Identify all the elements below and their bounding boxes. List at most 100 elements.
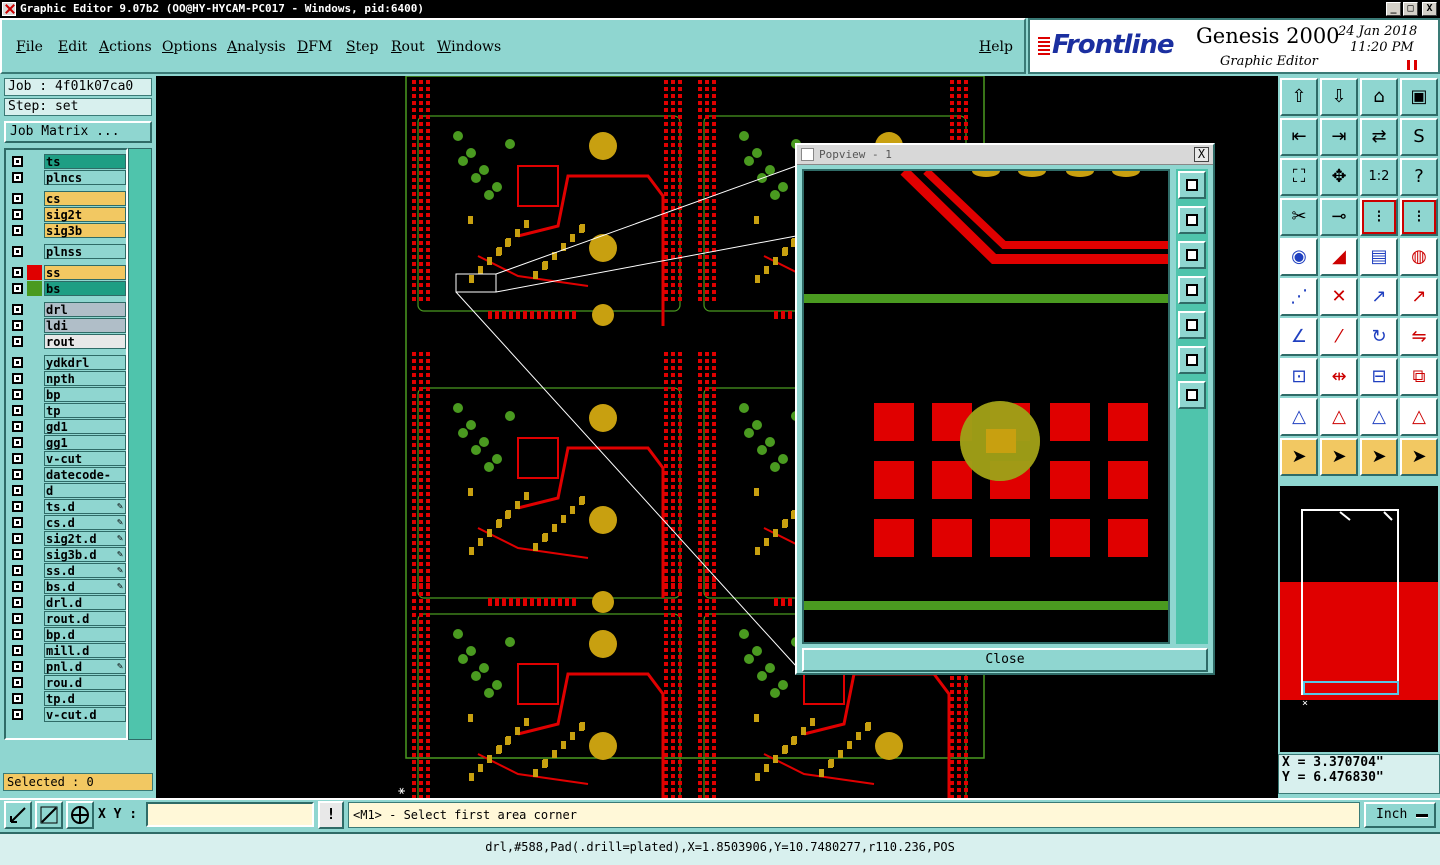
layer-row-sig3b.d[interactable]: sig3b.d ✎ (8, 547, 126, 562)
layer-name[interactable]: tp.d (44, 691, 126, 706)
probe-button[interactable]: ⊸ (1320, 198, 1358, 236)
triangle-a-button[interactable]: △ (1320, 398, 1358, 436)
overview-map[interactable]: × (1280, 486, 1438, 752)
popview-zoom-fit-button[interactable] (1178, 346, 1206, 374)
menu-options[interactable]: Options (162, 39, 217, 55)
layer-checkbox[interactable] (12, 485, 23, 496)
net-alt-button[interactable]: ⁝ (1400, 198, 1438, 236)
layer-checkbox[interactable] (12, 613, 23, 624)
layer-row-ss.d[interactable]: ss.d ✎ (8, 563, 126, 578)
layer-name[interactable]: rout.d (44, 611, 126, 626)
layer-checkbox[interactable] (12, 320, 23, 331)
layer-checkbox[interactable] (12, 336, 23, 347)
layer-row-cs[interactable]: cs (8, 191, 126, 206)
menu-dfm[interactable]: DFM (297, 39, 332, 55)
popview-close-x-button[interactable]: X (1194, 147, 1209, 162)
layer-row-drl.d[interactable]: drl.d (8, 595, 126, 610)
layer-row-plnss[interactable]: plnss (8, 244, 126, 259)
arrow-right-button[interactable]: ⇥ (1320, 118, 1358, 156)
layer-checkbox[interactable] (12, 645, 23, 656)
triangle-fill-button[interactable]: △ (1360, 398, 1398, 436)
layer-name[interactable]: drl (44, 302, 126, 317)
window-button[interactable]: ▣ (1400, 78, 1438, 116)
shrink-button[interactable]: ⊟ (1360, 358, 1398, 396)
layer-row-sig2t.d[interactable]: sig2t.d ✎ (8, 531, 126, 546)
layer-row-gg1[interactable]: gg1 (8, 435, 126, 450)
layer-checkbox[interactable] (12, 304, 23, 315)
menu-edit[interactable]: Edit (58, 39, 87, 55)
swap-button[interactable]: ⇄ (1360, 118, 1398, 156)
layer-name[interactable]: plnss (44, 244, 126, 259)
layer-name[interactable]: v-cut (44, 451, 126, 466)
layer-checkbox[interactable] (12, 283, 23, 294)
layer-name[interactable]: rou.d (44, 675, 126, 690)
xy-input[interactable] (146, 802, 314, 827)
diagonal-button[interactable]: ⁄ (1320, 318, 1358, 356)
move-pad-button[interactable]: ↗ (1360, 278, 1398, 316)
layer-name[interactable]: drl.d (44, 595, 126, 610)
layer-row-v-cut.d[interactable]: v-cut.d (8, 707, 126, 722)
layer-name[interactable]: v-cut.d (44, 707, 126, 722)
maximize-button[interactable]: □ (1403, 2, 1418, 16)
popview-canvas[interactable] (802, 169, 1170, 644)
zoom-center-button[interactable]: ✥ (1320, 158, 1358, 196)
layer-name[interactable]: npth (44, 371, 126, 386)
layer-checkbox[interactable] (12, 453, 23, 464)
layer-name[interactable]: cs.d ✎ (44, 515, 126, 530)
layer-name[interactable]: ss.d ✎ (44, 563, 126, 578)
menu-help[interactable]: Help (979, 39, 1013, 55)
layer-checkbox[interactable] (12, 661, 23, 672)
layer-checkbox[interactable] (12, 421, 23, 432)
layer-row-drl[interactable]: drl (8, 302, 126, 317)
layer-row-v-cut[interactable]: v-cut (8, 451, 126, 466)
pointer-net-button[interactable]: ➤ (1400, 438, 1438, 476)
job-matrix-button[interactable]: Job Matrix ... (4, 121, 152, 143)
layer-row-mill.d[interactable]: mill.d (8, 643, 126, 658)
layer-row-bp[interactable]: bp (8, 387, 126, 402)
layer-name[interactable]: ydkdrl (44, 355, 126, 370)
layer-row-tp[interactable]: tp (8, 403, 126, 418)
units-dropdown[interactable]: Inch (1364, 802, 1436, 828)
layer-checkbox[interactable] (12, 597, 23, 608)
layer-row-ldi[interactable]: ldi (8, 318, 126, 333)
pointer-sel-button[interactable]: ➤ (1360, 438, 1398, 476)
layer-name[interactable]: ts (44, 154, 126, 169)
triangle-off-button[interactable]: △ (1400, 398, 1438, 436)
layer-row-bs.d[interactable]: bs.d ✎ (8, 579, 126, 594)
layer-row-npth[interactable]: npth (8, 371, 126, 386)
layer-checkbox[interactable] (12, 709, 23, 720)
layer-row-ts.d[interactable]: ts.d ✎ (8, 499, 126, 514)
ruler-button[interactable]: ▤ (1360, 238, 1398, 276)
layer-name[interactable]: bp.d (44, 627, 126, 642)
popview-pan-right-button[interactable] (1178, 311, 1206, 339)
pointer-button[interactable]: ➤ (1280, 438, 1318, 476)
popview-pan-left-button[interactable] (1178, 276, 1206, 304)
layer-name[interactable]: mill.d (44, 643, 126, 658)
layer-row-tp.d[interactable]: tp.d (8, 691, 126, 706)
layer-name[interactable]: bp (44, 387, 126, 402)
layer-name[interactable]: ts.d ✎ (44, 499, 126, 514)
layer-name[interactable]: rout (44, 334, 126, 349)
draw-line-button[interactable]: ◢ (1320, 238, 1358, 276)
minimize-button[interactable]: _ (1386, 2, 1401, 16)
s-curve-button[interactable]: S (1400, 118, 1438, 156)
menu-file[interactable]: File (16, 39, 43, 55)
circle-pad-button[interactable]: ◍ (1400, 238, 1438, 276)
layer-checkbox[interactable] (12, 565, 23, 576)
layer-checkbox[interactable] (12, 405, 23, 416)
layer-row-gd1[interactable]: gd1 (8, 419, 126, 434)
menu-actions[interactable]: Actions (99, 39, 152, 55)
layer-name[interactable]: cs (44, 191, 126, 206)
ratio-button[interactable]: 1:2 (1360, 158, 1398, 196)
layer-name[interactable]: sig3b (44, 223, 126, 238)
layer-row-plncs[interactable]: plncs (8, 170, 126, 185)
layer-row-sig3b[interactable]: sig3b (8, 223, 126, 238)
popview-pan-down-button[interactable] (1178, 241, 1206, 269)
layer-row-bp.d[interactable]: bp.d (8, 627, 126, 642)
popview-pan-up-button[interactable] (1178, 206, 1206, 234)
layer-name[interactable]: tp (44, 403, 126, 418)
layer-name[interactable]: ss (44, 265, 126, 280)
layer-name[interactable]: d (44, 483, 126, 498)
layer-checkbox[interactable] (12, 629, 23, 640)
select-pad-button[interactable]: ◉ (1280, 238, 1318, 276)
